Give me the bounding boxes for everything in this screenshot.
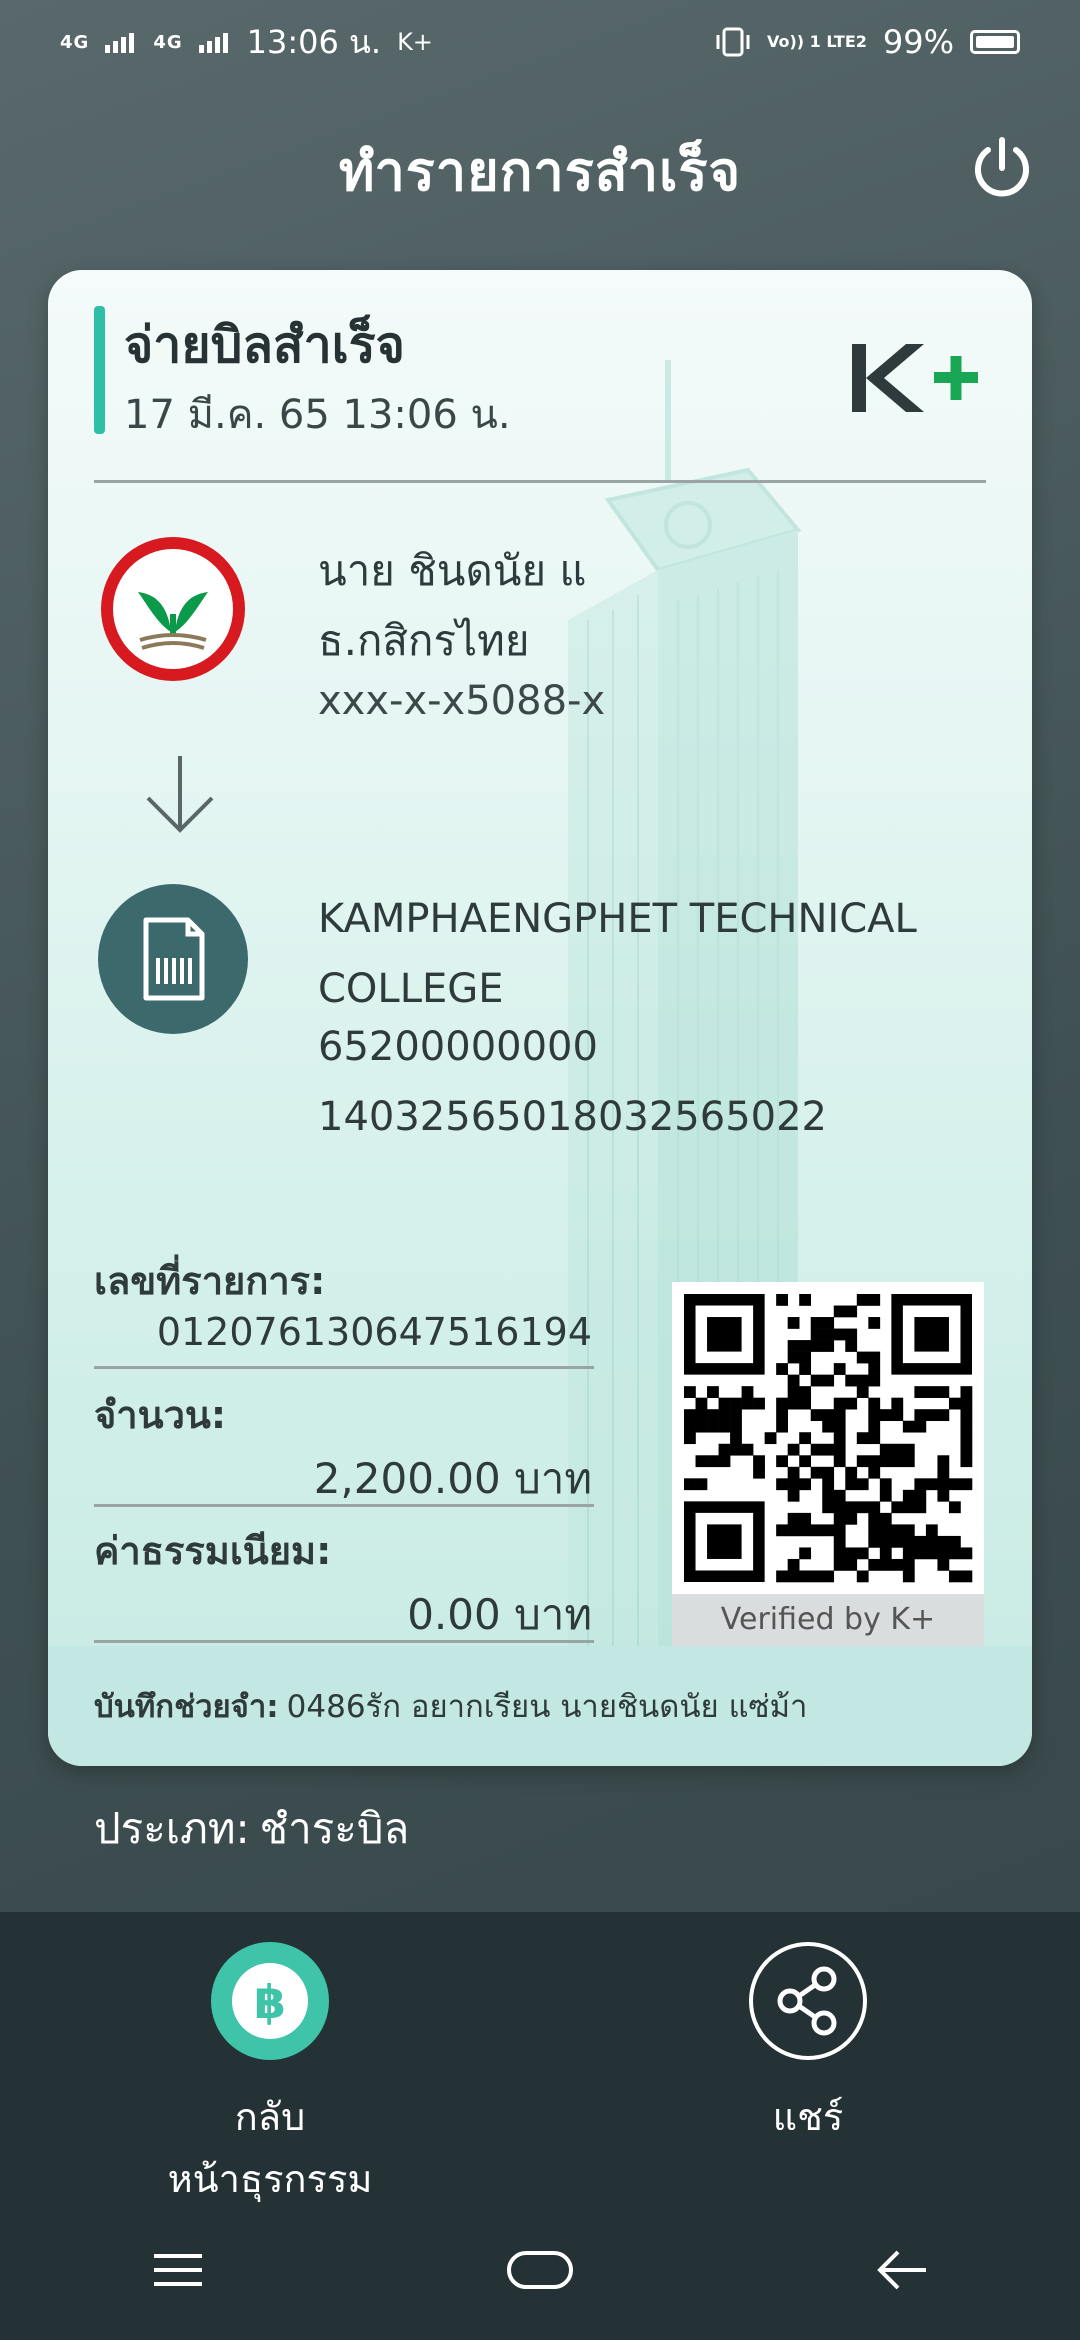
- biller-name: KAMPHAENGPHET TECHNICAL COLLEGE: [318, 896, 917, 1012]
- sender-account: xxx-x-x5088-x: [318, 678, 606, 724]
- qr-caption: Verified by K+: [672, 1594, 984, 1646]
- bill-icon: [98, 884, 248, 1034]
- signal-bars-icon: [105, 33, 135, 53]
- header-divider: [94, 480, 986, 483]
- home-icon[interactable]: [505, 2247, 575, 2293]
- status-time: 13:06 น.: [246, 22, 382, 61]
- row-divider: [94, 1366, 594, 1369]
- svg-text:฿: ฿: [254, 1975, 286, 2029]
- card-title: จ่ายบิลสำเร็จ: [124, 316, 405, 374]
- kplus-notification-icon: K+: [397, 28, 433, 56]
- memo-label: บันทึกช่วยจำ:: [94, 1689, 279, 1725]
- back-to-transactions-button[interactable]: ฿ กลับ หน้าธุรกรรม: [120, 1942, 420, 2210]
- bottom-panel: ฿ กลับ หน้าธุรกรรม แชร์: [0, 1912, 1080, 2340]
- back-label-line1: กลับ: [234, 2095, 306, 2139]
- lte-icon: Vo)) 1 LTE2: [766, 32, 867, 51]
- signal-bars-2-icon: [198, 33, 228, 53]
- qr-code[interactable]: [672, 1282, 984, 1594]
- page-title: ทำรายการสำเร็จ: [338, 140, 742, 203]
- status-bar: 4G 4G 13:06 น. K+ Vo)) 1 LTE2 99%: [0, 0, 1080, 84]
- share-button[interactable]: แชร์: [658, 1942, 958, 2148]
- status-right: Vo)) 1 LTE2 99%: [715, 23, 1020, 61]
- sender-bank: ธ.กสิกรไทย: [318, 616, 530, 665]
- system-nav-bar: [0, 2200, 1080, 2340]
- baht-coin-icon: ฿: [211, 1942, 329, 2060]
- ref-value: 012076130647516194: [156, 1310, 592, 1354]
- type-label: ประเภท:: [94, 1804, 250, 1853]
- amount-value: 2,200.00 บาท: [313, 1454, 592, 1503]
- transaction-type: ประเภท: ชำระบิล: [94, 1796, 409, 1862]
- fee-value: 0.00 บาท: [407, 1590, 592, 1639]
- kplus-logo: [852, 344, 978, 412]
- transaction-datetime: 17 มี.ค. 65 13:06 น.: [124, 392, 511, 438]
- back-label: กลับ หน้าธุรกรรม: [120, 2086, 420, 2210]
- status-left: 4G 4G 13:06 น. K+: [60, 17, 433, 68]
- biller-ref2: 14032565018032565022: [318, 1094, 827, 1140]
- receipt-card: จ่ายบิลสำเร็จ 17 มี.ค. 65 13:06 น. นาย ช…: [48, 270, 1032, 1766]
- type-value: ชำระบิล: [259, 1804, 410, 1853]
- vibrate-icon: [716, 27, 750, 57]
- menu-icon[interactable]: [148, 2250, 208, 2290]
- sender-name: นาย ชินดนัย แ: [318, 546, 587, 595]
- kbank-logo: [101, 537, 245, 681]
- memo-value: 0486รัก อยากเรียน นายชินดนัย แซ่ม้า: [286, 1689, 808, 1725]
- power-icon[interactable]: [966, 132, 1038, 204]
- share-label: แชร์: [772, 2095, 844, 2139]
- title-accent-bar: [94, 306, 105, 434]
- biller-ref1: 65200000000: [318, 1024, 598, 1070]
- memo-bar: บันทึกช่วยจำ: 0486รัก อยากเรียน นายชินดน…: [48, 1646, 1032, 1766]
- battery-percent: 99%: [882, 23, 954, 61]
- signal-1-icon: 4G: [60, 31, 90, 53]
- arrow-down-icon: [146, 756, 214, 833]
- back-icon[interactable]: [872, 2247, 932, 2293]
- fee-label: ค่าธรรมเนียม:: [94, 1529, 332, 1573]
- signal-2-icon: 4G: [153, 31, 183, 53]
- share-icon: [749, 1942, 867, 2060]
- ref-label: เลขที่รายการ:: [94, 1259, 326, 1303]
- battery-icon: [970, 30, 1020, 54]
- qr-code-image: [684, 1294, 973, 1583]
- row-divider: [94, 1640, 594, 1643]
- row-divider: [94, 1504, 594, 1507]
- amount-label: จำนวน:: [94, 1393, 227, 1437]
